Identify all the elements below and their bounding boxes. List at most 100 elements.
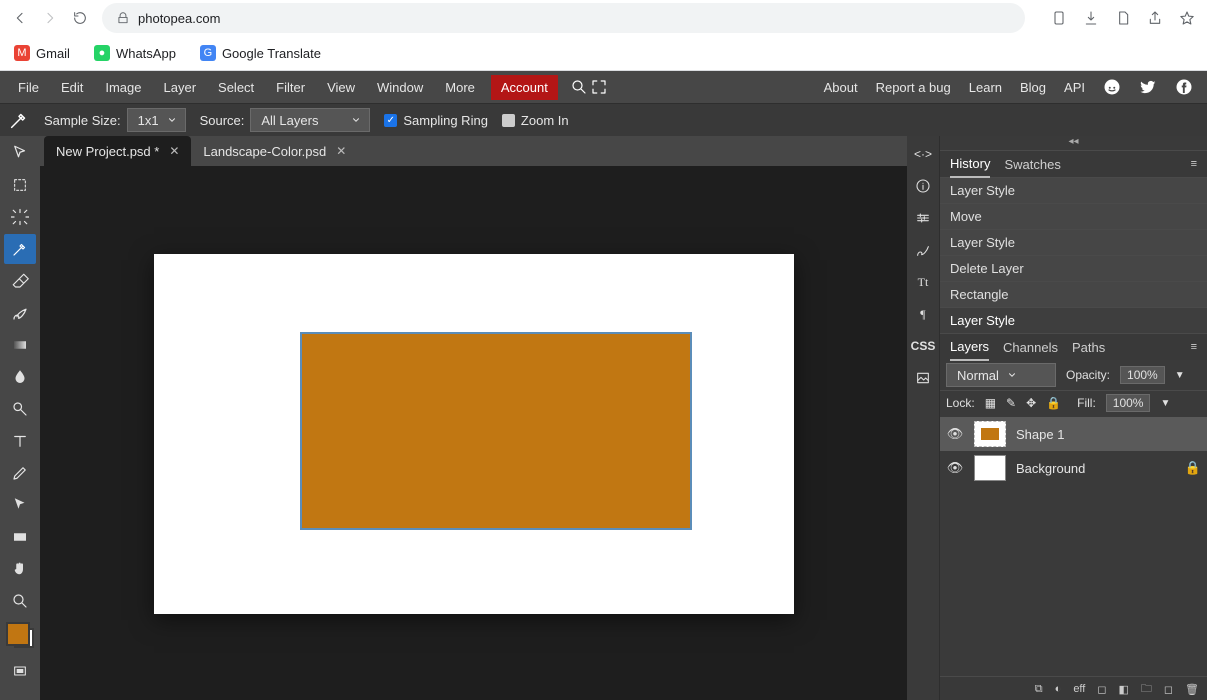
canvas[interactable] <box>154 254 794 614</box>
image-panel-icon[interactable] <box>909 364 937 392</box>
tab-paths[interactable]: Paths <box>1072 334 1105 360</box>
menu-window[interactable]: Window <box>367 74 433 101</box>
lock-paint-icon[interactable]: ✎ <box>1006 396 1016 410</box>
link-layers-icon[interactable]: ⧉ <box>1035 683 1043 696</box>
gradient-tool[interactable] <box>4 330 36 360</box>
visibility-icon[interactable]: 👁 <box>946 460 964 476</box>
menu-image[interactable]: Image <box>95 74 151 101</box>
brush-panel-icon[interactable] <box>909 236 937 264</box>
collapse-icon[interactable]: <·> <box>909 140 937 168</box>
rectangle-shape[interactable] <box>302 334 690 528</box>
menu-select[interactable]: Select <box>208 74 264 101</box>
menu-file[interactable]: File <box>8 74 49 101</box>
brush-tool[interactable] <box>4 298 36 328</box>
foreground-color[interactable] <box>6 622 30 646</box>
facebook-icon[interactable] <box>1175 78 1193 96</box>
menu-view[interactable]: View <box>317 74 365 101</box>
adjustment-layer-icon[interactable]: ◧ <box>1118 683 1128 696</box>
new-group-icon[interactable]: 🗀 <box>1141 680 1152 699</box>
menu-edit[interactable]: Edit <box>51 74 93 101</box>
blur-tool[interactable] <box>4 362 36 392</box>
chevron-down-icon[interactable]: ▼ <box>1175 370 1185 381</box>
layer-row[interactable]: 👁 Shape 1 <box>940 417 1207 451</box>
eyedropper-tool[interactable] <box>4 234 36 264</box>
path-select-tool[interactable] <box>4 490 36 520</box>
character-panel-icon[interactable]: Tt <box>909 268 937 296</box>
adjustments-icon[interactable] <box>909 204 937 232</box>
menu-layer[interactable]: Layer <box>154 74 207 101</box>
reddit-icon[interactable] <box>1103 78 1121 96</box>
back-icon[interactable] <box>12 10 28 26</box>
zoom-in-checkbox[interactable]: Zoom In <box>502 113 569 128</box>
link-report-bug[interactable]: Report a bug <box>876 80 951 95</box>
bookmark-google-translate[interactable]: G Google Translate <box>200 45 321 61</box>
blend-mode-select[interactable]: Normal <box>946 363 1056 387</box>
clipboard-icon[interactable] <box>1051 10 1067 26</box>
layer-effects-icon[interactable]: eff <box>1073 683 1085 695</box>
layer-name[interactable]: Shape 1 <box>1016 427 1064 442</box>
history-item[interactable]: Delete Layer <box>940 255 1207 281</box>
quick-mask-tool[interactable] <box>4 656 36 686</box>
magic-wand-tool[interactable] <box>4 202 36 232</box>
sampling-ring-checkbox[interactable]: ✓ Sampling Ring <box>384 113 488 128</box>
opacity-value[interactable]: 100% <box>1120 366 1165 384</box>
rectangle-tool[interactable] <box>4 522 36 552</box>
tab-layers[interactable]: Layers <box>950 333 989 361</box>
css-panel-icon[interactable]: CSS <box>909 332 937 360</box>
canvas-area[interactable] <box>40 166 907 700</box>
fill-value[interactable]: 100% <box>1106 394 1151 412</box>
paragraph-panel-icon[interactable]: ¶ <box>909 300 937 328</box>
history-item[interactable]: Rectangle <box>940 281 1207 307</box>
document-tab[interactable]: Landscape-Color.psd ✕ <box>191 136 358 166</box>
layer-thumbnail[interactable] <box>974 421 1006 447</box>
layer-mask-icon[interactable]: ◻ <box>1097 683 1106 696</box>
eraser-tool[interactable] <box>4 266 36 296</box>
panel-menu-icon[interactable]: ≡ <box>1191 341 1197 353</box>
download-icon[interactable] <box>1083 10 1099 26</box>
link-learn[interactable]: Learn <box>969 80 1002 95</box>
layer-name[interactable]: Background <box>1016 461 1085 476</box>
link-blog[interactable]: Blog <box>1020 80 1046 95</box>
address-bar[interactable]: photopea.com <box>102 3 1025 33</box>
info-icon[interactable] <box>909 172 937 200</box>
tab-history[interactable]: History <box>950 150 990 178</box>
twitter-icon[interactable] <box>1139 78 1157 96</box>
link-about[interactable]: About <box>824 80 858 95</box>
history-item[interactable]: Layer Style <box>940 177 1207 203</box>
close-icon[interactable]: ✕ <box>169 144 179 158</box>
link-api[interactable]: API <box>1064 80 1085 95</box>
panel-collapse-arrows[interactable]: ◂◂ <box>940 136 1207 150</box>
doc-icon[interactable] <box>1115 10 1131 26</box>
share-icon[interactable] <box>1147 10 1163 26</box>
menu-filter[interactable]: Filter <box>266 74 315 101</box>
layer-thumbnail[interactable] <box>974 455 1006 481</box>
close-icon[interactable]: ✕ <box>336 144 346 158</box>
move-tool[interactable] <box>4 138 36 168</box>
visibility-icon[interactable]: 👁 <box>946 426 964 442</box>
chevron-down-icon[interactable]: ▼ <box>1160 398 1170 409</box>
new-layer-icon[interactable]: ◻ <box>1164 683 1173 696</box>
tab-swatches[interactable]: Swatches <box>1004 151 1060 177</box>
source-select[interactable]: All Layers <box>250 108 370 132</box>
history-item[interactable]: Layer Style <box>940 307 1207 333</box>
star-icon[interactable] <box>1179 10 1195 26</box>
bookmark-whatsapp[interactable]: ● WhatsApp <box>94 45 176 61</box>
zoom-tool[interactable] <box>4 586 36 616</box>
history-item[interactable]: Layer Style <box>940 229 1207 255</box>
document-tab[interactable]: New Project.psd * ✕ <box>44 136 191 166</box>
sample-size-select[interactable]: 1x1 <box>127 108 186 132</box>
lock-all-icon[interactable]: 🔒 <box>1046 396 1061 410</box>
reload-icon[interactable] <box>72 10 88 26</box>
search-icon[interactable] <box>570 78 588 96</box>
text-tool[interactable] <box>4 426 36 456</box>
panel-menu-icon[interactable]: ≡ <box>1191 158 1197 170</box>
lock-position-icon[interactable]: ✥ <box>1026 396 1036 410</box>
marquee-tool[interactable] <box>4 170 36 200</box>
hand-tool[interactable] <box>4 554 36 584</box>
layer-style-icon[interactable]: ◐ <box>1055 683 1062 695</box>
pen-tool[interactable] <box>4 458 36 488</box>
fullscreen-icon[interactable] <box>590 78 608 96</box>
account-button[interactable]: Account <box>491 75 558 100</box>
color-swatch[interactable] <box>6 622 34 648</box>
layer-row[interactable]: 👁 Background 🔒 <box>940 451 1207 485</box>
